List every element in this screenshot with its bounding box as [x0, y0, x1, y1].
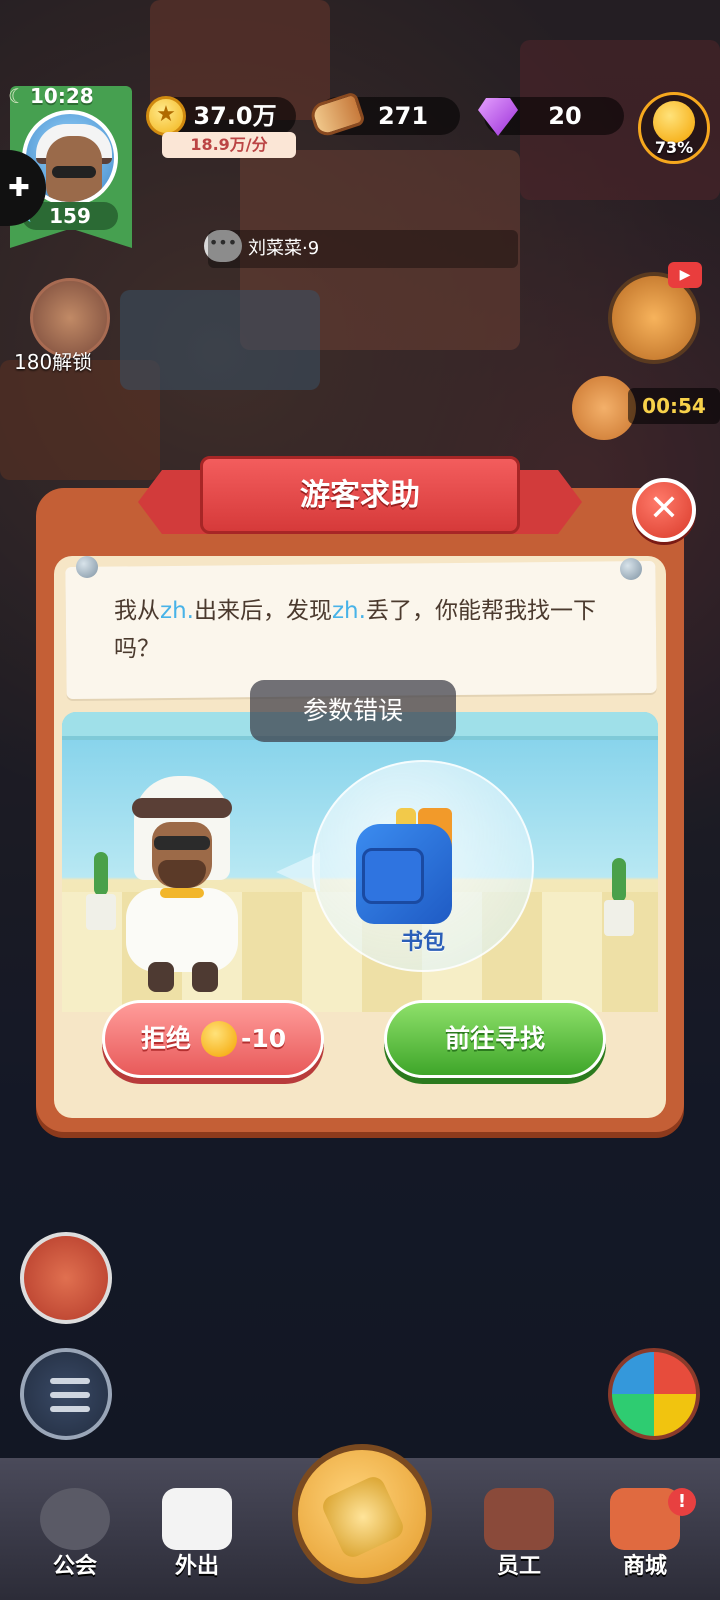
backpack-icon	[352, 808, 464, 926]
close-button[interactable]: ✕	[632, 478, 696, 542]
smiley-icon	[653, 101, 695, 143]
pin-icon	[620, 558, 642, 580]
visitor-character	[112, 776, 252, 996]
smiley-icon	[201, 1021, 237, 1057]
chat-ticker[interactable]: 刘菜菜·9	[208, 230, 518, 268]
gem-value: 20	[548, 102, 582, 130]
dialog-title: 游客求助	[300, 478, 420, 513]
dice-icon	[162, 1488, 232, 1550]
coin-value: 37.0万	[193, 102, 277, 130]
phone-event-button[interactable]	[20, 1232, 112, 1324]
wood-value: 271	[377, 102, 429, 130]
visitor-message: 我从zh.出来后，发现zh.丢了，你能帮我找一下吗？	[114, 598, 596, 662]
video-icon: ▶	[668, 262, 702, 288]
refuse-label: 拒绝	[141, 1024, 192, 1053]
go-search-label: 前往寻找	[444, 1024, 545, 1053]
refuse-button[interactable]: 拒绝 -10	[102, 1000, 324, 1078]
go-search-button[interactable]: 前往寻找	[384, 1000, 606, 1078]
menu-button[interactable]	[20, 1348, 112, 1440]
nav-outing[interactable]: 外出	[152, 1488, 242, 1579]
unlock-label: 180解锁	[14, 350, 93, 374]
game-time: 10:28	[30, 84, 94, 108]
staff-book-icon	[484, 1488, 554, 1550]
error-toast: 参数错误	[250, 680, 456, 742]
guild-icon	[40, 1488, 110, 1550]
item-label: 书包	[400, 930, 445, 955]
happiness-percent: 73%	[654, 138, 694, 157]
coin-rate: 18.9万/分	[162, 132, 296, 158]
coin-icon: ★	[146, 96, 186, 136]
nav-staff[interactable]: 员工	[474, 1488, 564, 1579]
pinwheel-button[interactable]	[608, 1348, 700, 1440]
pin-icon	[76, 556, 98, 578]
fox-event-icon[interactable]	[572, 376, 636, 440]
moon-icon: ☾	[8, 84, 26, 108]
refuse-cost: -10	[241, 1024, 287, 1053]
nav-guild[interactable]: 公会	[30, 1488, 120, 1579]
plant-right	[604, 856, 634, 936]
event-timer: 00:54	[628, 388, 720, 424]
shop-alert-badge: !	[668, 1488, 696, 1516]
